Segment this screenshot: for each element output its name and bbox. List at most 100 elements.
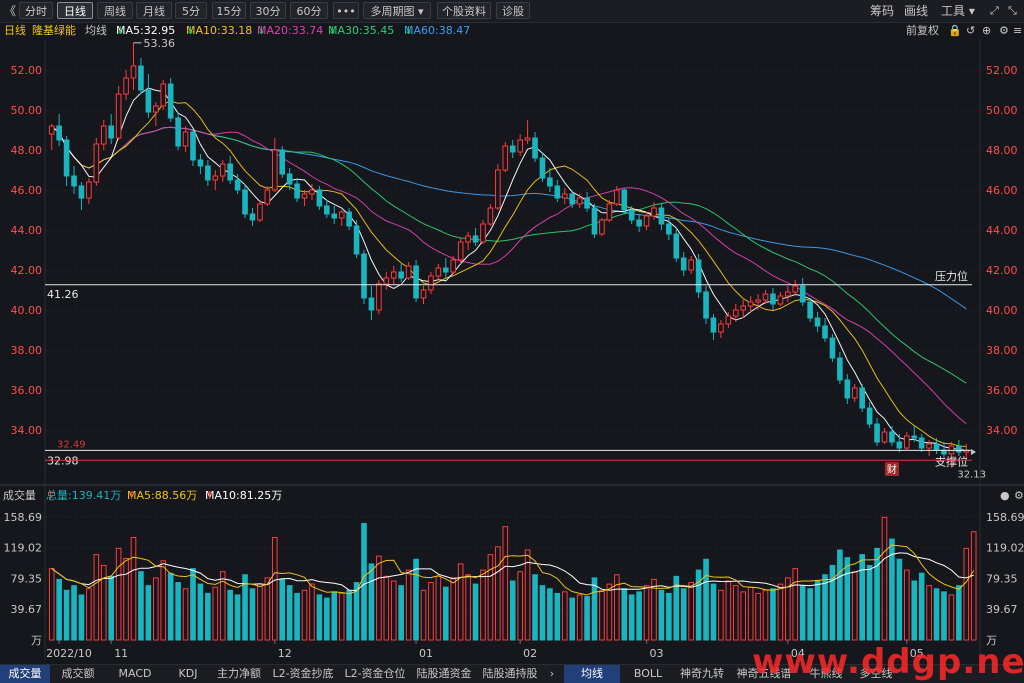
volume-bar bbox=[792, 568, 799, 641]
indicator-tab-6[interactable]: L2-资金仓位 bbox=[340, 665, 410, 683]
volume-bar bbox=[822, 574, 828, 641]
volume-bar bbox=[606, 583, 613, 641]
dot-icon[interactable]: ● bbox=[1000, 487, 1010, 505]
volume-bar bbox=[271, 537, 278, 641]
candle-body bbox=[465, 235, 471, 243]
x-tick-label: 2022/10 bbox=[46, 647, 92, 660]
candle-body bbox=[658, 207, 665, 225]
candle-body bbox=[643, 215, 650, 227]
vol-tick-left: 79.35 bbox=[11, 572, 43, 585]
volume-bar bbox=[100, 564, 107, 641]
volume-bar bbox=[874, 547, 880, 641]
overlay-tab-2[interactable]: 神奇九转 bbox=[676, 665, 728, 683]
candle-body bbox=[732, 309, 739, 317]
candle-body bbox=[918, 437, 925, 449]
volume-bar bbox=[628, 594, 635, 641]
volume-bar bbox=[175, 582, 181, 641]
x-tick-label: 03 bbox=[650, 647, 664, 660]
volume-bar bbox=[926, 585, 932, 641]
volume-bar bbox=[851, 571, 858, 641]
volume-bar bbox=[294, 592, 300, 641]
volume-bar bbox=[956, 585, 962, 641]
volume-bar bbox=[770, 588, 776, 641]
candle-body bbox=[457, 241, 464, 261]
candle-body bbox=[234, 179, 241, 191]
tabs-scroll-arrow[interactable]: › bbox=[545, 665, 559, 683]
last-price-pointer bbox=[971, 449, 976, 455]
y-tick-left: 44.00 bbox=[11, 224, 43, 237]
volume-bar bbox=[799, 585, 806, 641]
volume-bar bbox=[63, 589, 70, 641]
volume-bar bbox=[123, 557, 129, 641]
volume-bar bbox=[680, 588, 687, 641]
candle-body bbox=[405, 265, 412, 279]
indicator-tab-1[interactable]: 成交额 bbox=[52, 665, 104, 683]
volume-bar bbox=[160, 560, 167, 641]
volume-bar bbox=[442, 586, 449, 641]
volume-bar bbox=[539, 585, 546, 641]
candle-body bbox=[286, 173, 293, 185]
volume-bar bbox=[115, 547, 122, 641]
candle-body bbox=[212, 175, 219, 181]
more-icon[interactable]: ⚙ bbox=[1014, 487, 1024, 505]
indicator-tab-3[interactable]: KDJ bbox=[166, 665, 210, 683]
candle-body bbox=[383, 277, 390, 285]
candle-body bbox=[115, 93, 122, 139]
volume-bar bbox=[71, 585, 77, 641]
volume-bar bbox=[182, 588, 189, 641]
candle-body bbox=[495, 169, 501, 209]
overlay-tab-0[interactable]: 均线 bbox=[564, 665, 620, 683]
volume-bar bbox=[591, 577, 598, 641]
indicator-tab-8[interactable]: 陆股通持股 bbox=[478, 665, 542, 683]
volume-bar bbox=[472, 583, 479, 641]
indicator-tab-2[interactable]: MACD bbox=[106, 665, 164, 683]
overlay-tab-1[interactable]: BOLL bbox=[622, 665, 674, 683]
indicator-tab-0[interactable]: 成交量 bbox=[0, 665, 50, 683]
volume-bar bbox=[755, 592, 761, 641]
candle-body bbox=[903, 435, 910, 449]
indicator-tab-4[interactable]: 主力净额 bbox=[212, 665, 266, 683]
volume-bar bbox=[450, 577, 457, 641]
indicator-tab-7[interactable]: 陆股通资金 bbox=[412, 665, 476, 683]
candle-body bbox=[123, 77, 129, 95]
candle-body bbox=[480, 223, 486, 243]
y-tick-right: 34.00 bbox=[986, 424, 1018, 437]
volume-bar bbox=[93, 554, 100, 641]
watermark: www.ddgp.net bbox=[752, 642, 1024, 682]
volume-bar bbox=[234, 594, 241, 641]
volume-bar bbox=[866, 564, 873, 641]
candle-body bbox=[837, 357, 843, 381]
volume-bar bbox=[264, 577, 271, 641]
candle-body bbox=[718, 323, 724, 333]
volume-bar bbox=[777, 583, 784, 641]
candle-body bbox=[524, 137, 531, 141]
red-line-value: 32.49 bbox=[57, 439, 86, 450]
volume-bar bbox=[138, 571, 144, 641]
candle-body bbox=[807, 301, 813, 319]
volume-bar bbox=[324, 597, 330, 641]
volume-bar bbox=[361, 523, 367, 641]
candle-body bbox=[829, 337, 836, 359]
y-tick-left: 46.00 bbox=[11, 184, 43, 197]
candle-body bbox=[413, 265, 419, 299]
vol-tick-right: 119.02 bbox=[986, 542, 1024, 555]
volume-bar bbox=[807, 588, 813, 641]
candle-body bbox=[353, 225, 360, 255]
ma10-line bbox=[51, 100, 967, 448]
kline-chart[interactable]: 52.00 52.00 50.00 50.00 48.00 48.00 46.00 46.00… bbox=[0, 0, 1024, 682]
volume-bar bbox=[309, 583, 315, 641]
indicator-tab-5[interactable]: L2-资金抄底 bbox=[268, 665, 338, 683]
y-tick-left: 52.00 bbox=[11, 64, 43, 77]
volume-bar bbox=[130, 537, 137, 641]
y-tick-left: 40.00 bbox=[11, 304, 43, 317]
candle-body bbox=[175, 117, 181, 147]
volume-bar bbox=[457, 563, 464, 641]
candle-body bbox=[71, 175, 77, 187]
y-tick-left: 48.00 bbox=[11, 144, 43, 157]
candle-body bbox=[859, 387, 865, 409]
volume-bar bbox=[725, 580, 732, 641]
candle-body bbox=[896, 441, 903, 449]
candle-body bbox=[48, 125, 55, 135]
volume-bar bbox=[487, 554, 494, 641]
volume-bar bbox=[732, 585, 739, 641]
